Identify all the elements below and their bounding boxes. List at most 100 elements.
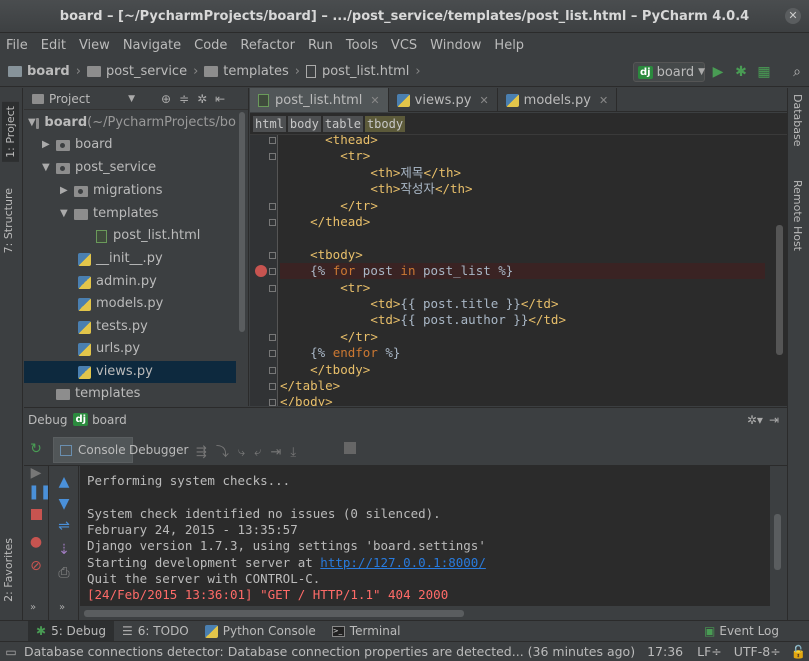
code-line[interactable]: </body> <box>280 394 765 406</box>
expanded-arrow-icon[interactable]: ▼ <box>28 112 36 134</box>
code-line[interactable]: </table> <box>280 378 765 394</box>
tree-item-tests-py[interactable]: tests.py <box>24 316 236 338</box>
code-line[interactable]: <th>제목</th> <box>280 165 765 181</box>
crumb-project[interactable]: board › <box>8 64 81 79</box>
fold-marker-icon[interactable] <box>269 366 276 374</box>
server-url-link[interactable]: http://127.0.0.1:8000/ <box>320 555 486 570</box>
tree-item-urls-py[interactable]: urls.py <box>24 338 236 360</box>
line-separator[interactable]: LF÷ <box>697 644 722 659</box>
fold-marker-icon[interactable] <box>269 399 276 406</box>
code-line[interactable]: <th>작성자</th> <box>280 181 765 197</box>
tab-models-py[interactable]: models.py ✕ <box>498 88 618 112</box>
debug-icon[interactable]: ✱ <box>733 64 749 80</box>
menu-file[interactable]: File <box>6 38 28 53</box>
mute-breakpoints-icon[interactable]: ⊘ <box>28 558 44 574</box>
tool-tab-event-log[interactable]: ▣ Event Log <box>696 621 787 642</box>
tab-debugger[interactable]: Debugger <box>123 437 194 463</box>
search-icon[interactable]: ⌕ <box>789 64 805 80</box>
tool-tab-debug[interactable]: ✱ 5: Debug <box>28 620 115 642</box>
tool-tab-remote-host[interactable]: Remote Host <box>791 180 804 251</box>
crumb-folder[interactable]: templates › <box>204 64 300 79</box>
menu-navigate[interactable]: Navigate <box>123 38 181 53</box>
menu-run[interactable]: Run <box>308 38 333 53</box>
tree-item-admin-py[interactable]: admin.py <box>24 271 236 293</box>
code-line[interactable]: <td>{{ post.author }}</td> <box>280 312 765 328</box>
tab-post-list-html[interactable]: post_list.html ✕ <box>250 88 389 112</box>
fold-marker-icon[interactable] <box>269 383 276 390</box>
tree-item-views-py[interactable]: views.py <box>24 361 236 383</box>
menu-tools[interactable]: Tools <box>346 38 378 53</box>
breadcrumb-tag-html[interactable]: html <box>253 115 286 132</box>
code-line[interactable]: <thead> <box>280 135 765 148</box>
caret-position[interactable]: 17:36 <box>647 644 683 659</box>
menu-help[interactable]: Help <box>494 38 524 53</box>
tool-tab-structure[interactable]: 7: Structure <box>2 188 15 253</box>
code-line[interactable]: <td>{{ post.title }}</td> <box>280 296 765 312</box>
crumb-module[interactable]: post_service › <box>86 64 198 79</box>
console-output[interactable]: Performing system checks... System check … <box>80 466 770 606</box>
fold-marker-icon[interactable] <box>269 153 276 161</box>
code-line[interactable]: </thead> <box>280 214 765 230</box>
lock-icon[interactable]: 🔓 <box>791 644 807 660</box>
tab-views-py[interactable]: views.py ✕ <box>389 88 498 112</box>
up-arrow-icon[interactable]: ▲ <box>56 474 72 490</box>
run-icon[interactable]: ▶ <box>710 64 726 80</box>
soft-wrap-icon[interactable]: ⇌ <box>56 518 72 534</box>
run-config-select[interactable]: dj board ▼ <box>633 62 705 82</box>
tree-item--init-py[interactable]: __init__.py <box>24 248 236 270</box>
gear-icon[interactable]: ✲ <box>197 92 207 106</box>
hide-icon[interactable]: ⇤ <box>215 92 225 106</box>
more-icon[interactable]: » <box>30 602 36 613</box>
code-line[interactable]: </tbody> <box>280 362 765 378</box>
collapsed-arrow-icon[interactable]: ▶ <box>60 180 74 202</box>
frames-icon[interactable] <box>344 442 356 454</box>
stop-icon[interactable] <box>31 509 42 520</box>
tool-tab-project[interactable]: 1: Project <box>2 102 19 162</box>
tree-item-board[interactable]: ▶ board <box>24 134 236 156</box>
gear-icon[interactable]: ✲▾ <box>747 413 763 427</box>
menu-view[interactable]: View <box>79 38 110 53</box>
collapse-icon[interactable]: ≑ <box>179 92 189 106</box>
print-icon[interactable]: ⎙ <box>56 565 72 581</box>
tree-item-models-py[interactable]: models.py <box>24 293 236 315</box>
menu-refactor[interactable]: Refactor <box>240 38 295 53</box>
scroll-end-icon[interactable]: ⇣ <box>56 542 72 558</box>
menu-edit[interactable]: Edit <box>41 38 66 53</box>
code-line[interactable]: </tr> <box>280 329 765 345</box>
tool-tab-favorites[interactable]: 2: Favorites <box>2 538 15 602</box>
tree-item-migrations[interactable]: ▶ migrations <box>24 180 236 202</box>
code-line[interactable]: </tr> <box>280 198 765 214</box>
debug-config-tab[interactable]: board <box>92 413 127 427</box>
tool-tab-todo[interactable]: ☰ 6: TODO <box>114 621 197 642</box>
code-line[interactable]: <tr> <box>280 148 765 164</box>
file-encoding[interactable]: UTF-8÷ <box>734 644 781 659</box>
chevron-down-icon[interactable]: ▼ <box>128 94 135 104</box>
status-toggle-icon[interactable]: ▭ <box>4 645 18 659</box>
menu-window[interactable]: Window <box>430 38 481 53</box>
tree-item-post-list-html[interactable]: post_list.html <box>24 225 236 247</box>
collapsed-arrow-icon[interactable]: ▶ <box>42 134 56 156</box>
down-arrow-icon[interactable]: ▼ <box>56 496 72 512</box>
rerun-icon[interactable]: ↻ <box>28 441 44 457</box>
more-icon[interactable]: » <box>59 602 65 613</box>
tool-tab-database[interactable]: Database <box>791 94 804 147</box>
menu-code[interactable]: Code <box>194 38 227 53</box>
tab-console[interactable]: Console <box>53 437 133 463</box>
code-line[interactable] <box>280 230 765 246</box>
fold-marker-icon[interactable] <box>269 333 276 341</box>
tool-tab-terminal[interactable]: >_ Terminal <box>324 621 409 642</box>
fold-marker-icon[interactable] <box>269 219 276 226</box>
code-line[interactable]: <tbody> <box>280 247 765 263</box>
view-breakpoints-icon[interactable]: ● <box>28 534 44 550</box>
fold-marker-icon[interactable] <box>269 350 276 358</box>
step-controls[interactable]: ⇶⤵⤷⤶⇥⤓ <box>196 441 305 460</box>
close-icon[interactable]: ✕ <box>479 94 488 107</box>
breadcrumb-tag-table[interactable]: table <box>322 115 363 132</box>
tree-item-board[interactable]: ▼ board (~/PycharmProjects/bo <box>24 112 236 134</box>
project-view-select[interactable]: Project <box>49 92 90 106</box>
expanded-arrow-icon[interactable]: ▼ <box>60 203 74 225</box>
console-vertical-scrollbar[interactable] <box>770 466 787 606</box>
tree-item-templates[interactable]: ▼ templates <box>24 203 236 225</box>
crumb-file[interactable]: post_list.html › <box>305 64 421 79</box>
fold-marker-icon[interactable] <box>269 251 276 259</box>
